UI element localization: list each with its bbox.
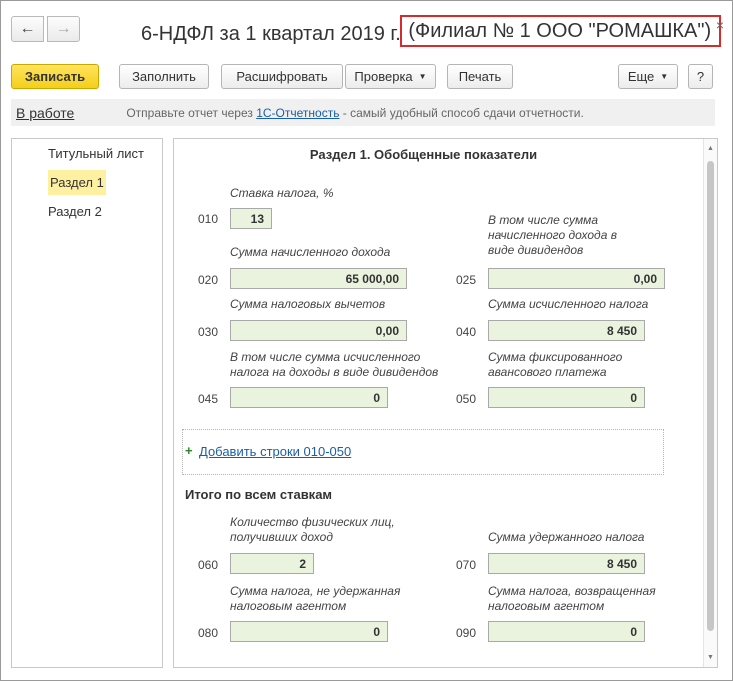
tax-deductions-field[interactable]: 0,00	[230, 320, 407, 341]
print-button[interactable]: Печать	[447, 64, 513, 89]
help-button[interactable]: ?	[688, 64, 713, 89]
caret-down-icon: ▼	[418, 72, 427, 81]
dividend-tax-field[interactable]: 0	[230, 387, 388, 408]
dividend-income-field[interactable]: 0,00	[488, 268, 665, 289]
sidebar-item-label: Раздел 2	[48, 204, 102, 219]
fixed-advance-field[interactable]: 0	[488, 387, 645, 408]
code-010: 010	[198, 212, 219, 226]
tax-rate-field[interactable]: 13	[230, 208, 272, 229]
more-label: Еще	[627, 69, 655, 84]
section-content: Раздел 1. Обобщенные показатели Ставка н…	[173, 138, 718, 668]
accrued-income-field[interactable]: 65 000,00	[230, 268, 407, 289]
not-withheld-field[interactable]: 0	[230, 621, 388, 642]
section-title: Раздел 1. Обобщенные показатели	[309, 147, 538, 162]
withheld-tax-field[interactable]: 8 450	[488, 553, 645, 574]
dividend-income-caption: В том числе сумма начисленного дохода в …	[488, 213, 617, 257]
returned-tax-caption: Сумма налога, возвращенная налоговым аге…	[488, 584, 656, 613]
code-045: 045	[198, 392, 219, 406]
sidebar-item-title-page[interactable]: Титульный лист	[12, 139, 162, 168]
status-link[interactable]: В работе	[16, 105, 74, 121]
arrow-right-icon: →	[55, 20, 72, 37]
persons-count-caption: Количество физических лиц, получивших до…	[230, 515, 395, 544]
more-dropdown-button[interactable]: Еще ▼	[618, 64, 678, 89]
code-030: 030	[198, 325, 219, 339]
calculated-tax-caption: Сумма исчисленного налога	[488, 297, 649, 311]
sections-sidebar: Титульный лист Раздел 1 Раздел 2	[11, 138, 163, 668]
check-label: Проверка	[354, 69, 413, 84]
scrollbar-thumb[interactable]	[707, 161, 714, 631]
dividend-tax-caption: В том числе сумма исчисленного налога на…	[230, 350, 439, 379]
code-020: 020	[198, 273, 219, 287]
toolbar: Записать Заполнить Расшифровать Проверка…	[11, 64, 722, 90]
add-rows-panel: + Добавить строки 010-050	[182, 429, 664, 475]
forward-button[interactable]: →	[47, 16, 80, 42]
hint-suffix: - самый удобный способ сдачи отчетности.	[342, 105, 584, 120]
vertical-scrollbar[interactable]: ▲ ▼	[703, 139, 717, 667]
not-withheld-caption: Сумма налога, не удержанная налоговым аг…	[230, 584, 401, 613]
hint-text: Отправьте отчет через 1С-Отчетность - са…	[126, 106, 583, 120]
totals-heading: Итого по всем ставкам	[185, 487, 333, 502]
persons-count-field[interactable]: 2	[230, 553, 314, 574]
returned-tax-field[interactable]: 0	[488, 621, 645, 642]
scroll-down-icon[interactable]: ▼	[707, 654, 714, 661]
code-040: 040	[456, 325, 477, 339]
close-icon[interactable]: ×	[716, 17, 724, 33]
code-080: 080	[198, 626, 219, 640]
code-070: 070	[456, 558, 477, 572]
caret-down-icon: ▼	[660, 72, 669, 81]
sidebar-item-section-2[interactable]: Раздел 2	[12, 197, 162, 226]
code-025: 025	[456, 273, 477, 287]
report-title: 6-НДФЛ за 1 квартал 2019 г.	[141, 23, 401, 45]
reporting-link[interactable]: 1С-Отчетность	[256, 106, 339, 120]
check-dropdown-button[interactable]: Проверка ▼	[345, 64, 436, 89]
save-button[interactable]: Записать	[11, 64, 99, 89]
info-bar: В работе Отправьте отчет через 1С-Отчетн…	[11, 99, 715, 126]
code-050: 050	[456, 392, 477, 406]
rate-caption: Ставка налога, %	[230, 186, 334, 200]
plus-icon: +	[185, 443, 193, 458]
tax-deductions-caption: Сумма налоговых вычетов	[230, 297, 386, 311]
scroll-up-icon[interactable]: ▲	[707, 145, 714, 152]
accrued-income-caption: Сумма начисленного дохода	[230, 245, 391, 259]
report-window: ← → 6-НДФЛ за 1 квартал 2019 г. (Филиал …	[0, 0, 733, 681]
fill-button[interactable]: Заполнить	[119, 64, 209, 89]
back-button[interactable]: ←	[11, 16, 44, 42]
fixed-advance-caption: Сумма фиксированного авансового платежа	[488, 350, 623, 379]
window-title: 6-НДФЛ за 1 квартал 2019 г. (Филиал № 1 …	[141, 15, 722, 50]
calculated-tax-field[interactable]: 8 450	[488, 320, 645, 341]
add-rows-link[interactable]: Добавить строки 010-050	[199, 444, 351, 459]
sidebar-item-section-1[interactable]: Раздел 1	[12, 168, 162, 197]
sidebar-item-label: Титульный лист	[48, 146, 145, 161]
decode-button[interactable]: Расшифровать	[221, 64, 343, 89]
organization-name: (Филиал № 1 ООО "РОМАШКА")	[400, 15, 722, 47]
arrow-left-icon: ←	[19, 20, 36, 37]
sidebar-item-label: Раздел 1	[48, 170, 106, 195]
hint-prefix: Отправьте отчет через	[126, 105, 253, 120]
withheld-tax-caption: Сумма удержанного налога	[488, 530, 645, 544]
code-090: 090	[456, 626, 477, 640]
code-060: 060	[198, 558, 219, 572]
